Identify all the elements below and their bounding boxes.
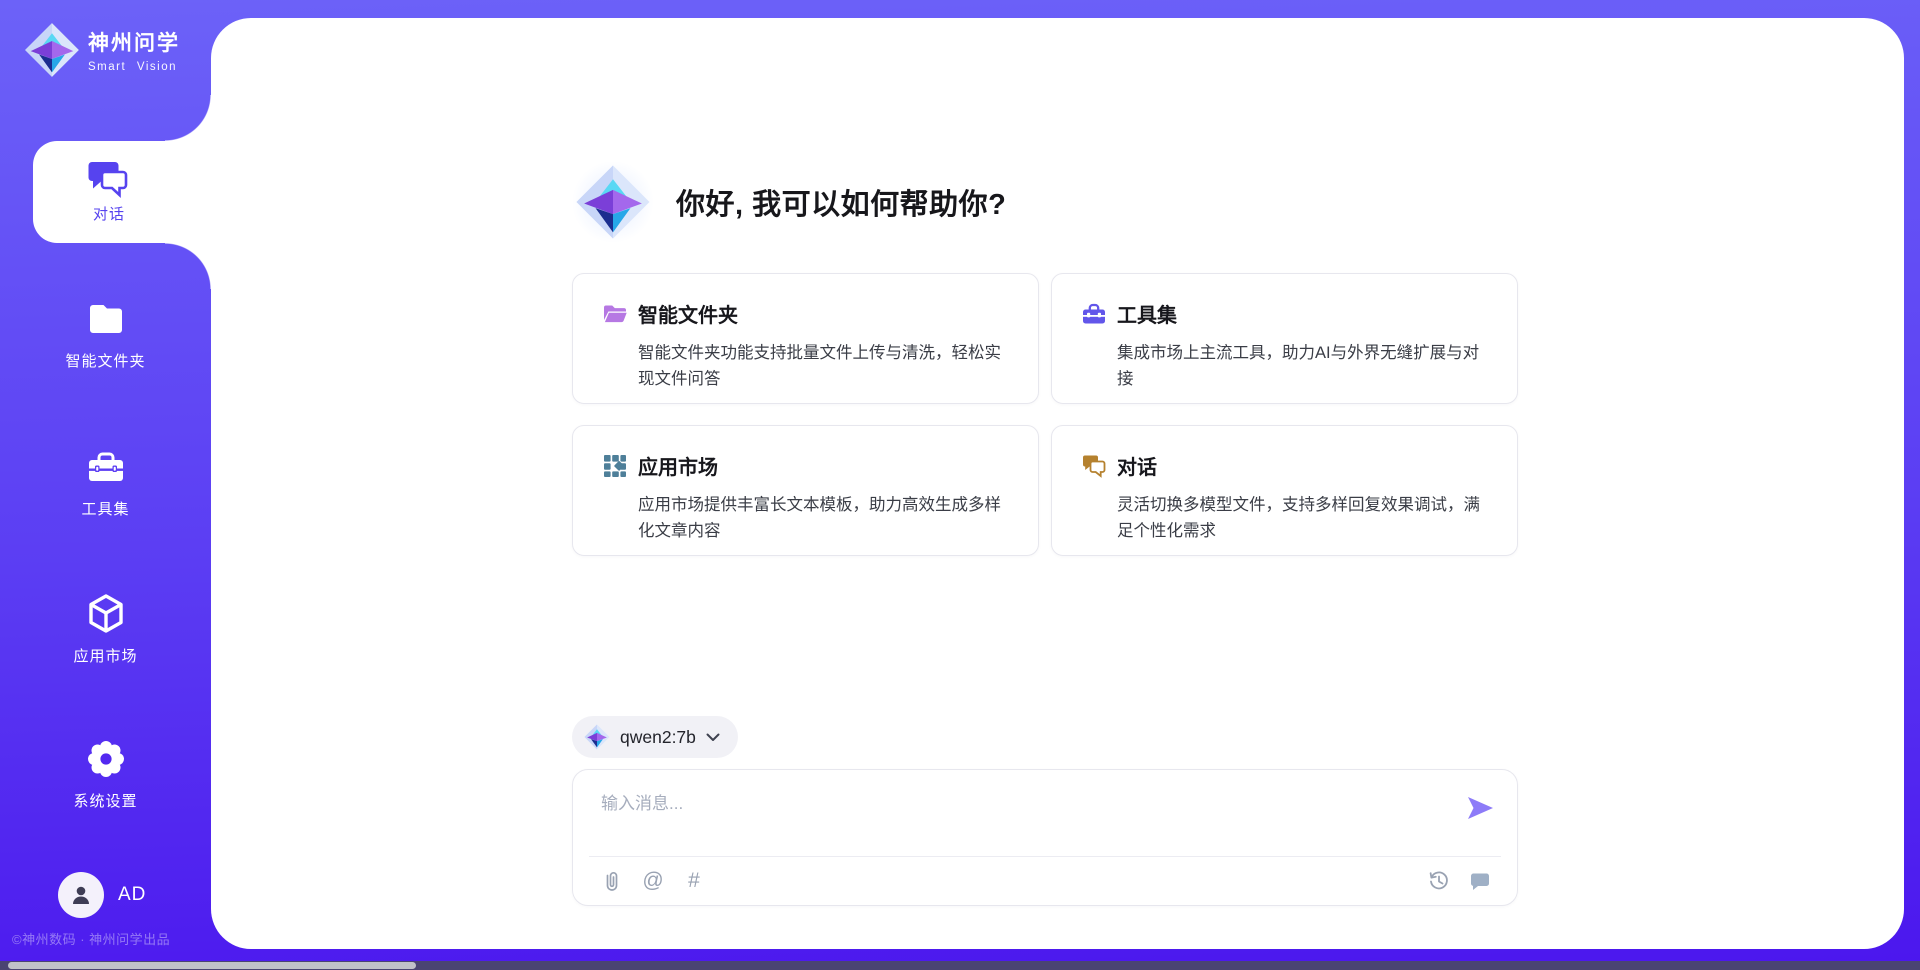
send-button[interactable] (1465, 794, 1495, 822)
model-selector[interactable]: qwen2:7b (572, 716, 738, 758)
card-description: 集成市场上主流工具，助力AI与外界无缝扩展与对接 (1117, 340, 1495, 392)
feature-cards: 智能文件夹 智能文件夹功能支持批量文件上传与清洗，轻松实现文件问答 (572, 273, 1518, 556)
chevron-down-icon (706, 733, 720, 742)
composer-divider (589, 856, 1501, 857)
card-title: 应用市场 (638, 451, 718, 480)
sidebar-item-settings[interactable]: 系统设置 (0, 736, 211, 811)
brand-logo-diamond-icon (24, 22, 80, 78)
card-title: 对话 (1117, 451, 1157, 480)
attach-button[interactable] (599, 868, 625, 894)
history-icon (1428, 870, 1450, 892)
composer-right-tools (1426, 868, 1493, 894)
cube-icon (0, 591, 211, 637)
chat-bubbles-icon (88, 160, 130, 198)
chat-icon (1081, 453, 1107, 479)
card-description: 应用市场提供丰富长文本模板，助力高效生成多样化文章内容 (638, 492, 1016, 544)
user-initials: AD (118, 884, 146, 906)
message-input[interactable] (601, 784, 1441, 824)
sidebar-footer: ©神州数码 · 神州问学出品 (12, 929, 170, 948)
feature-card-chat[interactable]: 对话 灵活切换多模型文件，支持多样回复效果调试，满足个性化需求 (1051, 425, 1518, 556)
feature-card-app-market[interactable]: 应用市场 应用市场提供丰富长文本模板，助力高效生成多样化文章内容 (572, 425, 1039, 556)
feature-card-smart-folder[interactable]: 智能文件夹 智能文件夹功能支持批量文件上传与清洗，轻松实现文件问答 (572, 273, 1039, 404)
model-name: qwen2:7b (620, 727, 696, 748)
sidebar-item-label: 工具集 (0, 498, 211, 519)
horizontal-scrollbar (0, 961, 1920, 970)
gear-icon (0, 736, 211, 782)
folder-icon (0, 296, 211, 342)
avatar (58, 872, 104, 918)
sidebar: 神州问学 Smart Vision 对话 智能文件夹 (0, 0, 211, 970)
at-sign-icon: @ (642, 869, 663, 893)
greeting-diamond-icon (572, 161, 654, 243)
main-panel: 你好, 我可以如何帮助你? 智能文件夹 智能文件夹功能支持批量文件上传与清洗，轻… (211, 18, 1904, 949)
greeting: 你好, 我可以如何帮助你? (572, 161, 1006, 243)
sidebar-item-smart-folder[interactable]: 智能文件夹 (0, 296, 211, 371)
brand: 神州问学 Smart Vision (24, 22, 180, 78)
message-composer: @ # (572, 769, 1518, 906)
send-icon (1465, 794, 1495, 822)
feature-card-toolset[interactable]: 工具集 集成市场上主流工具，助力AI与外界无缝扩展与对接 (1051, 273, 1518, 404)
brand-subtitle: Smart Vision (88, 61, 180, 73)
brand-name: 神州问学 (88, 27, 180, 57)
paperclip-icon (602, 870, 622, 893)
card-description: 灵活切换多模型文件，支持多样回复效果调试，满足个性化需求 (1117, 492, 1495, 544)
toolbox-icon (1081, 301, 1107, 327)
hash-icon: # (688, 869, 700, 893)
model-diamond-icon (584, 724, 610, 750)
sidebar-item-toolset[interactable]: 工具集 (0, 444, 211, 519)
history-button[interactable] (1426, 868, 1452, 894)
sidebar-item-label: 系统设置 (0, 790, 211, 811)
sidebar-item-label: 智能文件夹 (0, 350, 211, 371)
folder-open-icon (602, 301, 628, 327)
sidebar-item-app-market[interactable]: 应用市场 (0, 591, 211, 666)
card-description: 智能文件夹功能支持批量文件上传与清洗，轻松实现文件问答 (638, 340, 1016, 392)
comment-button[interactable] (1467, 868, 1493, 894)
mention-button[interactable]: @ (640, 868, 666, 894)
card-title: 智能文件夹 (638, 299, 738, 328)
composer-left-tools: @ # (599, 868, 707, 894)
user-profile[interactable]: AD (58, 872, 146, 918)
grid-icon (602, 453, 628, 479)
scrollbar-thumb[interactable] (8, 962, 416, 969)
sidebar-item-label: 对话 (93, 203, 125, 224)
toolbox-icon (0, 444, 211, 490)
topic-button[interactable]: # (681, 868, 707, 894)
sidebar-item-chat[interactable]: 对话 (33, 141, 211, 243)
comment-icon (1469, 871, 1491, 891)
greeting-text: 你好, 我可以如何帮助你? (676, 181, 1006, 223)
card-title: 工具集 (1117, 299, 1177, 328)
sidebar-item-label: 应用市场 (0, 645, 211, 666)
